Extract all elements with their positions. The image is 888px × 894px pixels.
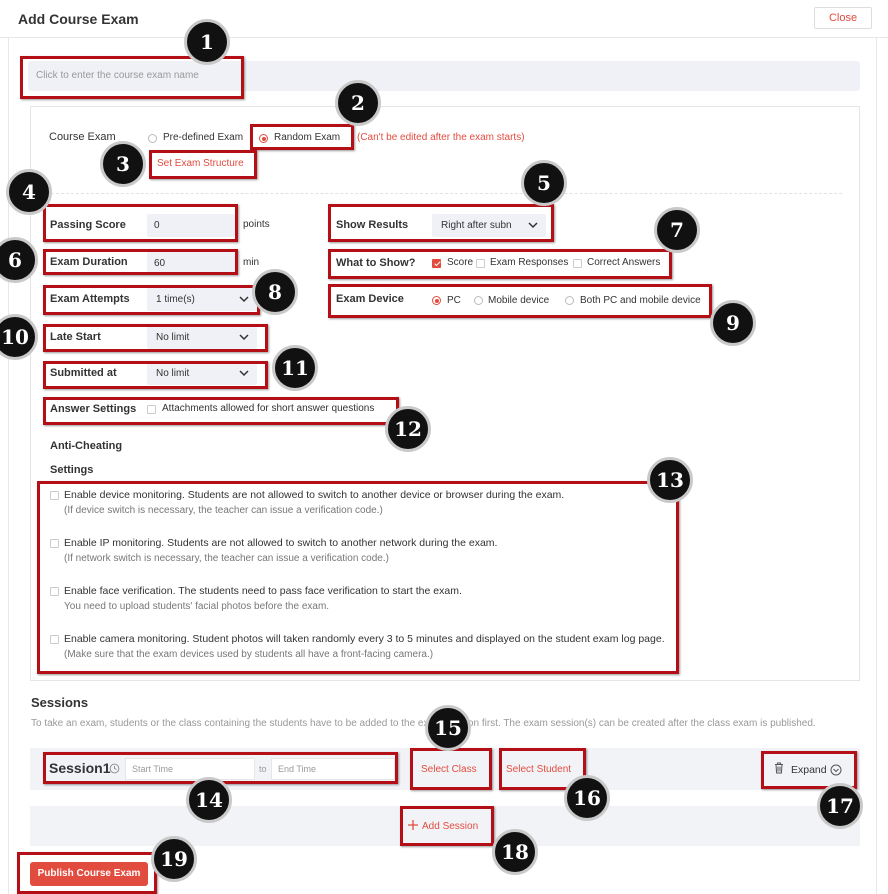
passing-score-unit: points (243, 219, 270, 230)
show-results-label: Show Results (336, 219, 409, 231)
step-badge-14: 14 (186, 777, 232, 823)
camera-monitoring-checkbox[interactable] (50, 635, 59, 644)
attachments-checkbox[interactable] (147, 405, 156, 414)
device-monitoring-checkbox[interactable] (50, 491, 59, 500)
dialog-header: Add Course Exam Close (0, 0, 888, 38)
radio-device-both[interactable] (565, 296, 574, 305)
exam-responses-option-label: Exam Responses (490, 257, 569, 268)
step-badge-1: 1 (184, 19, 230, 65)
select-student-button[interactable]: Select Student (506, 764, 571, 775)
step-badge-15: 15 (425, 705, 471, 751)
step-badge-19: 19 (151, 836, 197, 882)
step-badge-7: 7 (654, 207, 700, 253)
session-label: Session1 (49, 760, 111, 776)
score-checkbox[interactable] (432, 259, 441, 268)
correct-answers-option-label: Correct Answers (587, 257, 661, 268)
exam-responses-checkbox[interactable] (476, 259, 485, 268)
radio-predefined-exam[interactable] (148, 134, 157, 143)
ip-monitoring-checkbox[interactable] (50, 539, 59, 548)
step-badge-13: 13 (647, 457, 693, 503)
passing-score-label: Passing Score (50, 219, 126, 231)
radio-device-pc[interactable] (432, 296, 441, 305)
chevron-down-icon (239, 370, 249, 377)
step-badge-5: 5 (521, 160, 567, 206)
camera-monitoring-note: (Make sure that the exam devices used by… (64, 649, 434, 660)
show-results-value: Right after subn (441, 220, 512, 231)
exam-attempts-label: Exam Attempts (50, 293, 130, 305)
publish-course-exam-button[interactable]: Publish Course Exam (30, 862, 148, 886)
ip-monitoring-note: (If network switch is necessary, the tea… (64, 553, 389, 564)
score-option-label: Score (447, 257, 474, 268)
late-start-select[interactable]: No limit (147, 326, 257, 349)
anti-cheating-label-2: Settings (50, 464, 94, 476)
face-verification-text: Enable face verification. The students n… (64, 585, 462, 597)
device-pc-label: PC (447, 295, 461, 306)
device-monitoring-note: (If device switch is necessary, the teac… (64, 505, 383, 516)
device-mobile-label: Mobile device (488, 295, 550, 306)
radio-random-exam[interactable] (259, 134, 268, 143)
set-exam-structure-link[interactable]: Set Exam Structure (157, 158, 244, 169)
trash-icon[interactable] (774, 762, 784, 774)
step-badge-9: 9 (710, 300, 756, 346)
sessions-note: To take an exam, students or the class c… (31, 718, 816, 729)
device-both-label: Both PC and mobile device (580, 295, 701, 306)
sessions-title: Sessions (31, 695, 89, 710)
course-exam-note: (Can't be edited after the exam starts) (357, 132, 525, 143)
correct-answers-checkbox[interactable] (573, 259, 582, 268)
device-monitoring-text: Enable device monitoring. Students are n… (64, 489, 565, 501)
dialog-title: Add Course Exam (18, 11, 139, 27)
chevron-down-icon (239, 296, 249, 303)
exam-device-label: Exam Device (336, 293, 404, 305)
exam-name-input[interactable]: Click to enter the course exam name (28, 61, 860, 91)
what-to-show-label: What to Show? (336, 257, 416, 269)
step-badge-4: 4 (6, 169, 52, 215)
course-exam-label: Course Exam (49, 131, 116, 143)
exam-duration-unit: min (243, 257, 260, 268)
submitted-at-label: Submitted at (50, 367, 117, 379)
start-time-input[interactable]: Start Time (125, 758, 255, 780)
chevron-down-icon (528, 222, 538, 229)
close-button[interactable]: Close (814, 7, 872, 29)
late-start-value: No limit (156, 332, 190, 343)
left-border (8, 38, 9, 894)
chevron-down-icon (239, 334, 249, 341)
select-class-button[interactable]: Select Class (421, 764, 477, 775)
step-badge-17: 17 (817, 783, 863, 829)
face-verification-note: You need to upload students' facial phot… (64, 601, 330, 612)
passing-score-input[interactable]: 0 (147, 214, 235, 237)
clock-icon (109, 763, 120, 774)
step-badge-8: 8 (252, 269, 298, 315)
exam-duration-label: Exam Duration (50, 256, 128, 268)
plus-icon (408, 820, 418, 830)
step-badge-11: 11 (272, 345, 318, 391)
exam-attempts-select[interactable]: 1 time(s) (147, 288, 257, 311)
submitted-at-value: No limit (156, 368, 190, 379)
ip-monitoring-text: Enable IP monitoring. Students are not a… (64, 537, 498, 549)
chevron-circle-icon[interactable] (830, 764, 842, 776)
add-session-button[interactable]: Add Session (422, 821, 478, 832)
show-results-select[interactable]: Right after subn (432, 214, 546, 237)
exam-duration-input[interactable]: 60 (147, 252, 235, 275)
step-badge-2: 2 (335, 80, 381, 126)
attachments-option-label: Attachments allowed for short answer que… (162, 403, 375, 414)
predefined-exam-label: Pre-defined Exam (163, 132, 244, 143)
face-verification-checkbox[interactable] (50, 587, 59, 596)
expand-button[interactable]: Expand (791, 764, 827, 776)
answer-settings-label: Answer Settings (50, 403, 137, 415)
to-label: to (259, 764, 267, 774)
anti-cheating-label: Anti-Cheating (50, 440, 123, 452)
late-start-label: Late Start (50, 331, 101, 343)
step-badge-16: 16 (564, 775, 610, 821)
step-badge-18: 18 (492, 829, 538, 875)
radio-device-mobile[interactable] (474, 296, 483, 305)
exam-attempts-value: 1 time(s) (156, 294, 195, 305)
right-border (876, 38, 877, 894)
step-badge-12: 12 (385, 406, 431, 452)
submitted-at-select[interactable]: No limit (147, 362, 257, 385)
random-exam-label: Random Exam (274, 132, 341, 143)
end-time-input[interactable]: End Time (271, 758, 395, 780)
step-badge-3: 3 (100, 141, 146, 187)
camera-monitoring-text: Enable camera monitoring. Student photos… (64, 633, 665, 645)
section-divider (46, 193, 842, 194)
